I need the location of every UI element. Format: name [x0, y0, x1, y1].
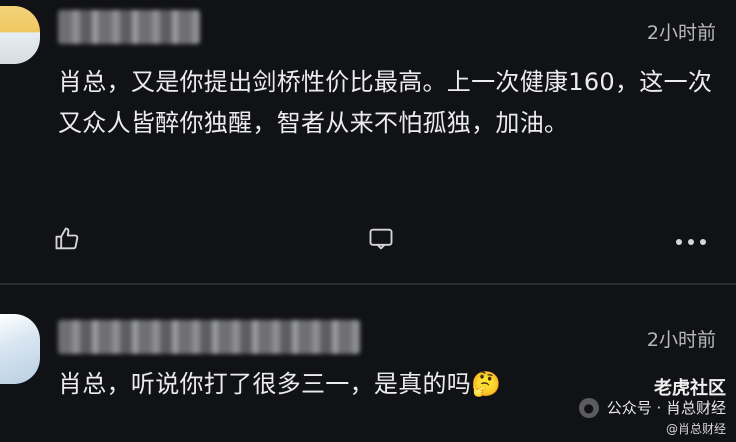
username-blurred[interactable] — [58, 10, 200, 44]
thumbs-up-icon — [53, 225, 81, 257]
comment-text: 肖总，又是你提出剑桥性价比最高。上一次健康160，这一次又众人皆醉你独醒，智者从… — [58, 68, 713, 137]
timestamp: 2小时前 — [646, 22, 716, 44]
username-blurred[interactable] — [58, 320, 360, 354]
timestamp: 2小时前 — [646, 329, 716, 351]
avatar[interactable] — [0, 314, 40, 384]
comment-actions — [0, 226, 736, 256]
avatar[interactable] — [0, 6, 40, 64]
watermark: 老虎社区 ● 公众号 · 肖总财经 @肖总财经 — [578, 380, 726, 438]
watermark-source: 公众号 · 肖总财经 — [606, 399, 726, 417]
like-button[interactable] — [52, 226, 82, 256]
comment-icon — [367, 225, 395, 257]
watermark-top-row: 老虎社区 — [579, 380, 726, 398]
divider — [0, 283, 736, 285]
wechat-icon: ● — [578, 398, 599, 418]
reply-button[interactable] — [366, 226, 396, 256]
more-button[interactable] — [676, 226, 706, 256]
watermark-handle: @肖总财经 — [665, 422, 726, 436]
more-dots-icon — [674, 232, 708, 251]
thinking-face-icon: 🤔 — [471, 370, 502, 398]
watermark-brand: 老虎社区 — [654, 378, 726, 399]
comment-1: 2小时前 肖总，又是你提出剑桥性价比最高。上一次健康160，这一次又众人皆醉你独… — [0, 0, 736, 282]
comment-text: 肖总，听说你打了很多三一，是真的吗 — [58, 370, 472, 398]
watermark-source-row: ● 公众号 · 肖总财经 — [578, 398, 726, 418]
